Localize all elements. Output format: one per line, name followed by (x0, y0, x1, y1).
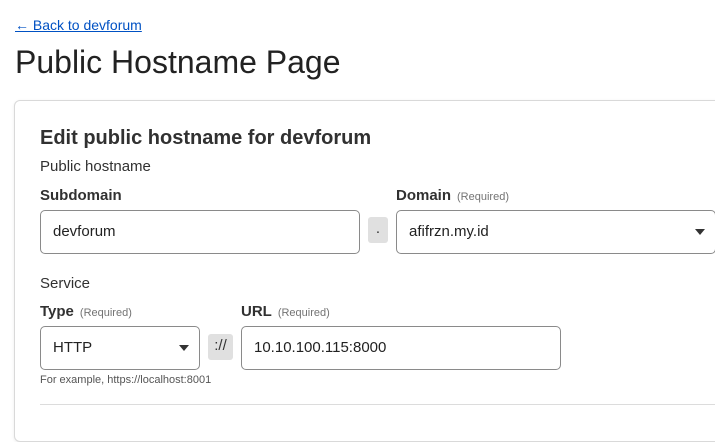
chevron-down-icon (695, 229, 705, 235)
url-example-hint: For example, https://localhost:8001 (40, 374, 212, 386)
url-input[interactable]: 10.10.100.115:8000 (241, 326, 561, 370)
service-section-label: Service (40, 275, 91, 292)
type-required-tag: (Required) (79, 307, 132, 319)
domain-required-tag: (Required) (457, 191, 509, 203)
subdomain-value: devforum (53, 223, 116, 240)
subdomain-label: Subdomain (40, 187, 122, 204)
back-to-devforum-link[interactable]: ← Back to devforum (15, 17, 142, 33)
subdomain-input[interactable]: devforum (40, 210, 360, 254)
url-required-tag: (Required) (277, 307, 330, 319)
domain-label: Domain (Required) (396, 187, 509, 204)
edit-hostname-card: Edit public hostname for devforum Public… (14, 100, 715, 442)
scheme-separator: :// (208, 334, 233, 360)
url-value: 10.10.100.115:8000 (254, 339, 387, 356)
section-divider (40, 404, 715, 405)
domain-label-text: Domain (396, 187, 452, 204)
page-title: Public Hostname Page (15, 44, 341, 80)
chevron-down-icon (179, 345, 189, 351)
domain-select[interactable]: afifrzn.my.id (396, 210, 715, 254)
subdomain-label-text: Subdomain (40, 187, 122, 204)
url-label: URL (Required) (241, 303, 330, 320)
type-label-text: Type (40, 303, 74, 320)
domain-value: afifrzn.my.id (409, 223, 489, 240)
type-value: HTTP (53, 339, 93, 356)
type-label: Type (Required) (40, 303, 132, 320)
url-label-text: URL (241, 303, 272, 320)
type-select[interactable]: HTTP (40, 326, 200, 370)
form-title: Edit public hostname for devforum (40, 127, 372, 149)
dot-separator: . (368, 217, 388, 243)
public-hostname-section-label: Public hostname (40, 158, 151, 175)
